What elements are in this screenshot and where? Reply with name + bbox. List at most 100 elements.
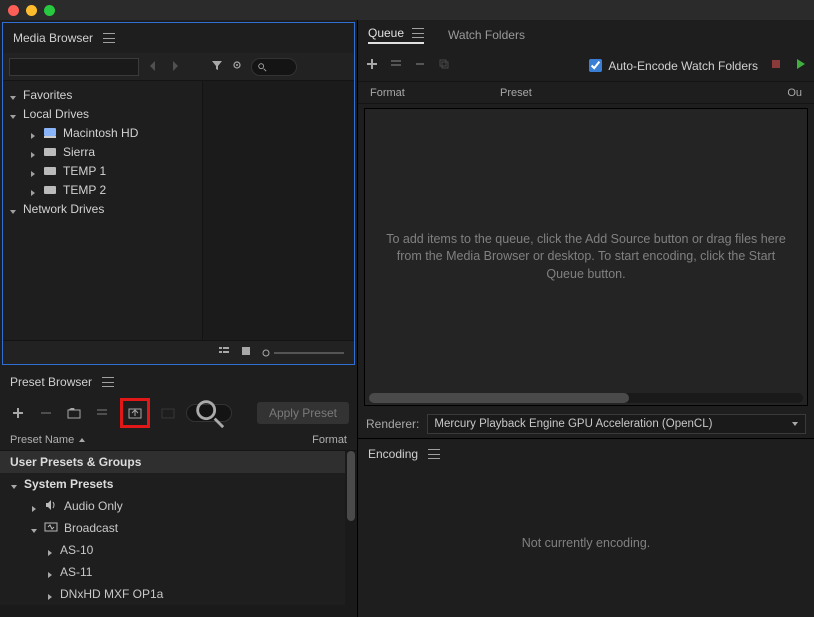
preset-browser-title: Preset Browser: [10, 375, 92, 389]
duplicate-icon[interactable]: [438, 58, 450, 73]
chevron-right-icon: [29, 129, 37, 137]
drive-icon: [43, 165, 57, 177]
col-preset-name[interactable]: Preset Name: [10, 434, 74, 446]
renderer-select[interactable]: Mercury Playback Engine GPU Acceleration…: [427, 414, 806, 434]
media-browser-header: Media Browser: [3, 23, 354, 53]
queue-settings-icon[interactable]: [390, 58, 402, 73]
preset-category[interactable]: Audio Only: [0, 495, 357, 517]
remove-icon[interactable]: [414, 58, 426, 73]
media-browser-footer: [3, 340, 354, 364]
chevron-down-icon: [791, 420, 799, 428]
preset-row-label: Audio Only: [64, 499, 123, 513]
preset-search[interactable]: [186, 404, 232, 422]
media-browser-preview: [203, 81, 354, 340]
tree-local-drives[interactable]: Local Drives: [3, 104, 202, 123]
panel-menu-icon[interactable]: [428, 449, 440, 459]
col-preset[interactable]: Preset: [500, 87, 787, 99]
panel-menu-icon[interactable]: [103, 33, 115, 43]
remove-preset-icon[interactable]: [36, 403, 56, 423]
auto-encode-label: Auto-Encode Watch Folders: [608, 59, 758, 73]
apply-preset-button[interactable]: Apply Preset: [257, 402, 349, 424]
chevron-right-icon: [46, 568, 54, 576]
auto-encode-input[interactable]: [589, 59, 602, 72]
ingest-icon[interactable]: [231, 59, 243, 74]
window-close-dot[interactable]: [8, 5, 19, 16]
zoom-slider[interactable]: [262, 349, 344, 357]
new-group-icon[interactable]: [64, 403, 84, 423]
renderer-label: Renderer:: [366, 417, 419, 431]
window-zoom-dot[interactable]: [44, 5, 55, 16]
history-forward-icon[interactable]: [169, 60, 183, 74]
tab-queue[interactable]: Queue: [368, 26, 424, 44]
encoding-panel: Encoding Not currently encoding.: [358, 438, 814, 617]
encoding-header: Encoding: [358, 439, 814, 469]
tree-label: Macintosh HD: [63, 126, 138, 140]
broadcast-icon: [44, 521, 58, 536]
panel-menu-icon[interactable]: [102, 377, 114, 387]
col-output[interactable]: Ou: [787, 87, 802, 99]
left-column: Media Browser Favorites: [0, 20, 358, 617]
preset-columns-header: Preset Name Format: [0, 429, 357, 451]
preset-browser-panel: Preset Browser Apply Preset Preset Name …: [0, 367, 357, 617]
chevron-right-icon: [29, 167, 37, 175]
encoding-title: Encoding: [368, 447, 418, 461]
chevron-right-icon: [46, 546, 54, 554]
renderer-row: Renderer: Mercury Playback Engine GPU Ac…: [358, 410, 814, 438]
preset-item[interactable]: AS-11: [0, 561, 357, 583]
tree-drive[interactable]: Sierra: [3, 142, 202, 161]
tree-drive[interactable]: Macintosh HD: [3, 123, 202, 142]
tab-watch-folders[interactable]: Watch Folders: [448, 28, 525, 42]
right-column: Queue Watch Folders Auto-Encode Watch Fo…: [358, 20, 814, 617]
tab-label: Watch Folders: [448, 28, 525, 42]
tree-label: Network Drives: [23, 202, 104, 216]
preset-settings-icon[interactable]: [92, 403, 112, 423]
preset-row-label: System Presets: [24, 477, 113, 491]
drive-icon: [43, 146, 57, 158]
col-format[interactable]: Format: [287, 434, 347, 446]
history-back-icon[interactable]: [147, 60, 161, 74]
queue-columns-header: Format Preset Ou: [358, 82, 814, 104]
queue-placeholder-text: To add items to the queue, click the Add…: [385, 231, 787, 284]
preset-list: User Presets & Groups System Presets Aud…: [0, 451, 357, 605]
tab-label: Queue: [368, 26, 404, 40]
filter-icon[interactable]: [211, 59, 223, 74]
preset-row-label: AS-10: [60, 543, 93, 557]
media-browser-search[interactable]: [251, 58, 297, 76]
preset-scrollbar[interactable]: [345, 451, 357, 605]
tree-network-drives[interactable]: Network Drives: [3, 199, 202, 218]
chevron-down-icon: [9, 205, 17, 213]
panel-menu-icon[interactable]: [412, 28, 424, 38]
start-queue-icon[interactable]: [794, 58, 806, 73]
export-preset-icon[interactable]: [158, 403, 178, 423]
tree-favorites[interactable]: Favorites: [3, 85, 202, 104]
auto-encode-checkbox[interactable]: Auto-Encode Watch Folders: [589, 59, 758, 73]
chevron-down-icon: [30, 524, 38, 532]
add-source-icon[interactable]: [366, 58, 378, 73]
preset-item[interactable]: AS-10: [0, 539, 357, 561]
window-minimize-dot[interactable]: [26, 5, 37, 16]
import-export-icon[interactable]: [125, 403, 145, 423]
col-format[interactable]: Format: [370, 87, 500, 99]
media-browser-filter-select[interactable]: [9, 58, 139, 76]
queue-hscroll[interactable]: [369, 393, 803, 403]
add-preset-icon[interactable]: [8, 403, 28, 423]
tree-drive[interactable]: TEMP 2: [3, 180, 202, 199]
preset-system-group[interactable]: System Presets: [0, 473, 357, 495]
queue-drop-area[interactable]: To add items to the queue, click the Add…: [364, 108, 808, 406]
chevron-down-icon: [9, 110, 17, 118]
preset-category[interactable]: Broadcast: [0, 517, 357, 539]
stop-queue-icon[interactable]: [770, 58, 782, 73]
drive-icon: [43, 184, 57, 196]
preset-hscroll[interactable]: [0, 605, 357, 617]
tree-label: TEMP 1: [63, 164, 106, 178]
preset-row-label: User Presets & Groups: [10, 455, 141, 469]
tree-label: Sierra: [63, 145, 95, 159]
preset-user-group[interactable]: User Presets & Groups: [0, 451, 357, 473]
list-view-icon[interactable]: [218, 345, 230, 360]
preset-item[interactable]: DNxHD MXF OP1a: [0, 583, 357, 605]
tree-drive[interactable]: TEMP 1: [3, 161, 202, 180]
chevron-right-icon: [46, 590, 54, 598]
renderer-value: Mercury Playback Engine GPU Acceleration…: [434, 418, 712, 430]
thumbnail-view-icon[interactable]: [240, 345, 252, 360]
drive-icon: [43, 127, 57, 139]
